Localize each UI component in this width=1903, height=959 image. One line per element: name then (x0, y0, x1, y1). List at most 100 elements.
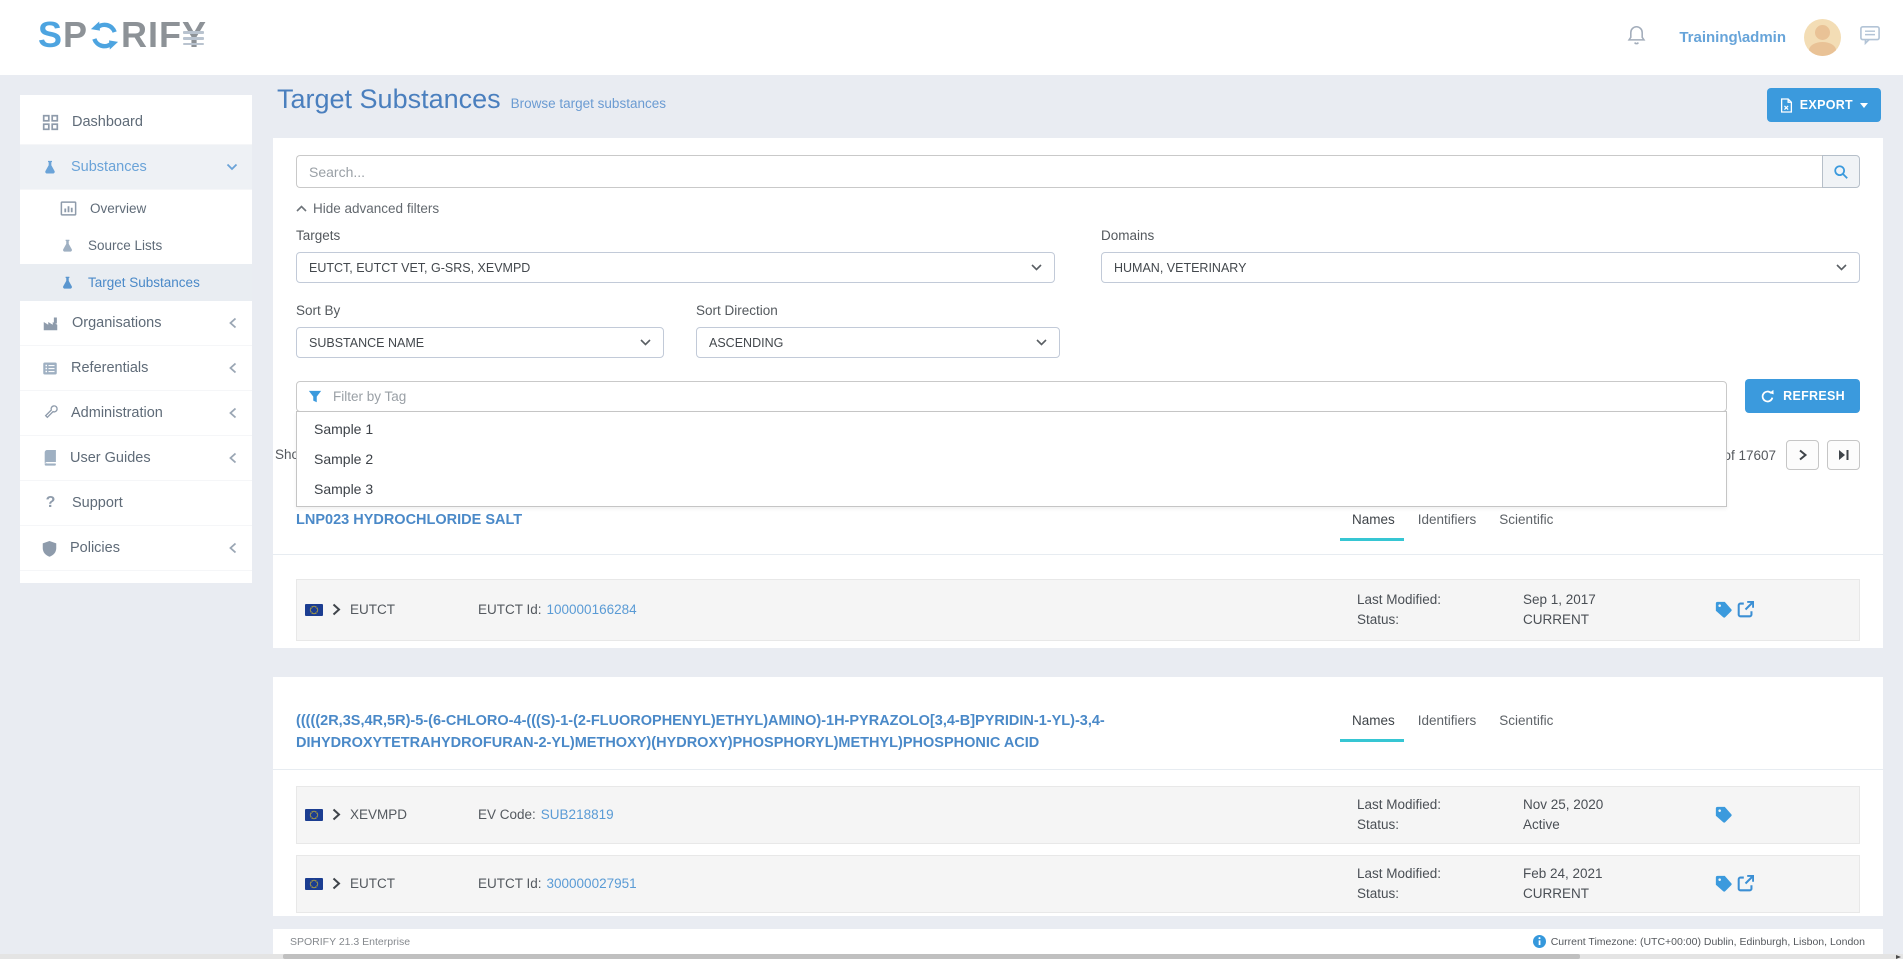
sort-by-select[interactable]: SUBSTANCE NAME (296, 327, 664, 358)
source-record-left: EUTCT (305, 876, 478, 891)
user-menu[interactable]: Training\admin (1679, 29, 1786, 46)
expand-chevron-icon[interactable] (332, 877, 341, 890)
tab-names[interactable]: Names (1352, 512, 1395, 540)
external-link-icon[interactable] (1737, 601, 1754, 618)
tag-options-dropdown: Sample 1 Sample 2 Sample 3 (296, 411, 1727, 507)
sidebar-item-organisations[interactable]: Organisations (20, 301, 252, 346)
record-id-link[interactable]: 100000166284 (547, 602, 637, 617)
sort-by-label: Sort By (296, 303, 664, 319)
chevron-down-icon (1836, 264, 1847, 271)
flask-icon (42, 159, 58, 176)
tab-names[interactable]: Names (1352, 713, 1395, 741)
sidebar-item-target-substances[interactable]: Target Substances (20, 264, 252, 301)
source-record-row: EUTCT EUTCT Id: 300000027951 Last Modifi… (296, 855, 1860, 913)
sidebar-item-overview[interactable]: Overview (20, 190, 252, 227)
avatar[interactable] (1804, 19, 1841, 56)
flask-icon (60, 275, 75, 291)
menu-icon[interactable] (183, 28, 204, 49)
substance-tabs: Names Identifiers Scientific (1352, 512, 1553, 540)
page-header: Target SubstancesBrowse target substance… (273, 84, 1883, 136)
eu-flag-icon (305, 878, 323, 890)
sort-direction-select[interactable]: ASCENDING (696, 327, 1060, 358)
substance-tabs: Names Identifiers Scientific (1352, 713, 1553, 741)
record-id-link[interactable]: 300000027951 (547, 876, 637, 891)
filters-row-1: Targets EUTCT, EUTCT VET, G-SRS, XEVMPD … (296, 228, 1860, 283)
tab-identifiers[interactable]: Identifiers (1418, 512, 1477, 540)
flask-icon (60, 238, 75, 254)
page-title: Target SubstancesBrowse target substance… (277, 84, 666, 115)
logo-letter-s: S (38, 14, 63, 56)
scrollbar-right-arrow-icon[interactable] (1896, 955, 1901, 959)
sidebar-item-dashboard[interactable]: Dashboard (20, 100, 252, 145)
record-meta: Last Modified: Status: Sep 1, 2017 CURRE… (1357, 590, 1845, 629)
tag-filter-input[interactable] (331, 388, 1715, 405)
tag-option-sample-3[interactable]: Sample 3 (297, 474, 1726, 504)
expand-chevron-icon[interactable] (332, 808, 341, 821)
filters-and-results-panel: Hide advanced filters Targets EUTCT, EUT… (273, 138, 1883, 648)
horizontal-scrollbar[interactable] (0, 954, 1903, 959)
targets-select[interactable]: EUTCT, EUTCT VET, G-SRS, XEVMPD (296, 252, 1055, 283)
expand-chevron-icon[interactable] (332, 603, 341, 616)
divider (273, 769, 1883, 770)
sidebar-item-substances[interactable]: Substances (20, 145, 252, 190)
divider (273, 554, 1883, 555)
export-file-icon (1780, 98, 1793, 113)
export-button[interactable]: EXPORT (1767, 88, 1881, 122)
chevron-left-icon (228, 407, 238, 419)
next-page-button[interactable] (1786, 440, 1819, 470)
substance-name-link[interactable]: (((((2R,3S,4R,5R)-5-(6-CHLORO-4-(((S)-1-… (296, 711, 1146, 755)
tag-filter-area: REFRESH Sample 1 Sample 2 Sample 3 (296, 381, 1860, 413)
hide-advanced-filters-toggle[interactable]: Hide advanced filters (296, 201, 439, 216)
chevron-up-icon (296, 205, 307, 212)
tag-option-sample-2[interactable]: Sample 2 (297, 444, 1726, 474)
chevron-right-icon (1798, 449, 1808, 461)
record-id: EUTCT Id: 100000166284 (478, 602, 637, 617)
caret-down-icon (1860, 103, 1868, 108)
sidebar-item-user-guides[interactable]: User Guides (20, 436, 252, 481)
source-name: EUTCT (350, 602, 395, 617)
chevron-down-icon (1036, 339, 1047, 346)
substance-name-link[interactable]: LNP023 HYDROCHLORIDE SALT (296, 510, 522, 532)
sidebar-item-policies[interactable]: Policies (20, 526, 252, 571)
status-label: Status: (1357, 815, 1523, 835)
app-logo[interactable]: SP RIFY (38, 14, 207, 56)
chevron-left-icon (228, 542, 238, 554)
bell-icon[interactable] (1626, 24, 1647, 52)
tag-icon[interactable] (1715, 806, 1732, 823)
sidebar-item-source-lists[interactable]: Source Lists (20, 227, 252, 264)
search-input[interactable] (296, 155, 1822, 188)
last-page-button[interactable] (1827, 440, 1860, 470)
sort-direction-label: Sort Direction (696, 303, 1060, 319)
tab-identifiers[interactable]: Identifiers (1418, 713, 1477, 741)
filters-row-2: Sort By SUBSTANCE NAME Sort Direction AS… (296, 303, 1860, 358)
tab-scientific[interactable]: Scientific (1499, 512, 1553, 540)
sidebar-item-administration[interactable]: Administration (20, 391, 252, 436)
tag-icon[interactable] (1715, 875, 1732, 892)
top-bar-right: Training\admin (1626, 0, 1881, 75)
status-value: Active (1523, 815, 1715, 835)
record-id-link[interactable]: SUB218819 (541, 807, 614, 822)
sidebar: Dashboard Substances Overview Source Lis… (20, 95, 252, 583)
sync-logo-icon (89, 20, 120, 51)
chevron-down-icon (226, 163, 238, 171)
chat-icon[interactable] (1859, 25, 1881, 50)
domains-select[interactable]: HUMAN, VETERINARY (1101, 252, 1860, 283)
targets-label: Targets (296, 228, 1055, 244)
top-bar: SP RIFY Training\admin (0, 0, 1903, 75)
tab-scientific[interactable]: Scientific (1499, 713, 1553, 741)
search-icon (1833, 164, 1849, 180)
external-link-icon[interactable] (1737, 875, 1754, 892)
shield-icon (42, 540, 57, 557)
page-subtitle: Browse target substances (511, 96, 666, 111)
scrollbar-thumb[interactable] (283, 954, 1580, 959)
sidebar-item-referentials[interactable]: Referentials (20, 346, 252, 391)
sidebar-item-support[interactable]: ? Support (20, 481, 252, 526)
tag-icon[interactable] (1715, 601, 1732, 618)
tag-filter-inputbox (296, 381, 1727, 412)
skip-to-last-icon (1838, 449, 1850, 461)
tag-option-sample-1[interactable]: Sample 1 (297, 414, 1726, 444)
source-name: EUTCT (350, 876, 395, 891)
refresh-button[interactable]: REFRESH (1745, 379, 1860, 413)
search-button[interactable] (1822, 155, 1860, 188)
substance-panel: (((((2R,3S,4R,5R)-5-(6-CHLORO-4-(((S)-1-… (273, 677, 1883, 916)
